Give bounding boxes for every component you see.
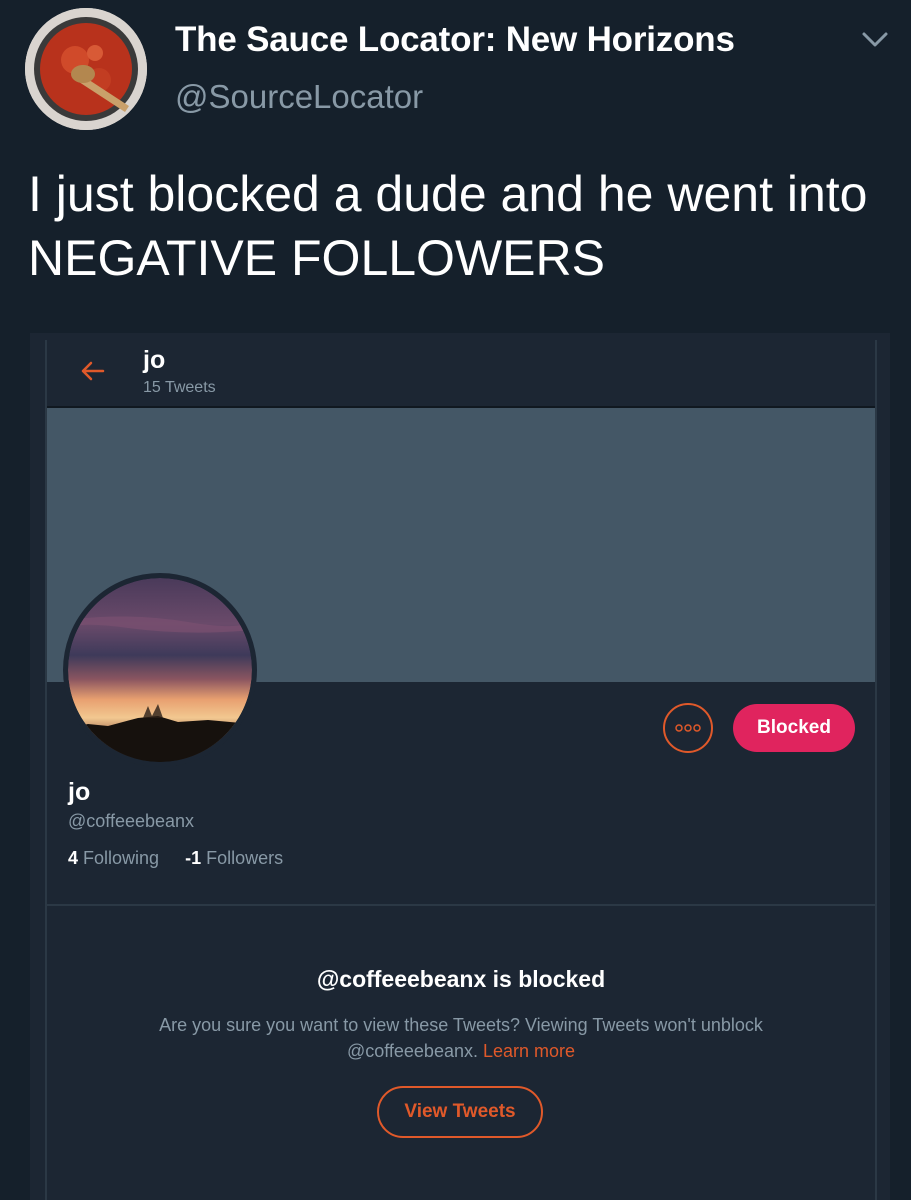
embedded-screenshot: jo 15 Tweets Blocked jo @coffeeebeanx 4 …	[30, 333, 890, 1200]
blocked-button[interactable]: Blocked	[733, 704, 855, 752]
following-link[interactable]: 4 Following	[68, 848, 159, 868]
blocked-notice-title: @coffeeebeanx is blocked	[316, 966, 606, 992]
more-options-button[interactable]	[663, 703, 713, 753]
followers-link[interactable]: -1 Followers	[185, 848, 283, 868]
tweet-text: I just blocked a dude and he went into N…	[28, 166, 868, 286]
following-count: 4	[68, 848, 79, 868]
following-label: Following	[83, 848, 160, 868]
header-tweet-count: 15 Tweets	[143, 379, 216, 396]
profile-avatar[interactable]	[63, 573, 257, 767]
blocked-notice-line-1: Are you sure you want to view these Twee…	[159, 1015, 763, 1035]
view-tweets-button[interactable]: View Tweets	[377, 1086, 543, 1138]
author-avatar[interactable]	[25, 8, 147, 130]
header-name: jo	[143, 346, 166, 374]
profile-stats: 4 Following -1 Followers	[68, 848, 283, 869]
profile-panel: jo 15 Tweets Blocked jo @coffeeebeanx 4 …	[45, 340, 877, 1200]
sauce-pot-avatar	[25, 8, 147, 130]
profile-header-bar: jo 15 Tweets	[47, 340, 875, 408]
followers-count: -1	[185, 848, 202, 868]
profile-handle: @coffeeebeanx	[68, 811, 195, 831]
chevron-down-icon[interactable]	[858, 28, 892, 52]
learn-more-link[interactable]: Learn more	[483, 1041, 575, 1061]
author-handle[interactable]: @SourceLocator	[175, 78, 423, 116]
sunset-photo	[68, 578, 252, 762]
followers-label: Followers	[206, 848, 284, 868]
more-options-icon	[675, 724, 701, 732]
blocked-notice-description: Are you sure you want to view these Twee…	[47, 1012, 875, 1064]
blocked-notice-line-2: @coffeeebeanx.	[346, 1041, 478, 1061]
back-arrow-icon[interactable]	[79, 360, 105, 382]
profile-name: jo	[68, 778, 91, 806]
divider	[47, 904, 875, 906]
author-display-name[interactable]: The Sauce Locator: New Horizons	[175, 20, 735, 60]
